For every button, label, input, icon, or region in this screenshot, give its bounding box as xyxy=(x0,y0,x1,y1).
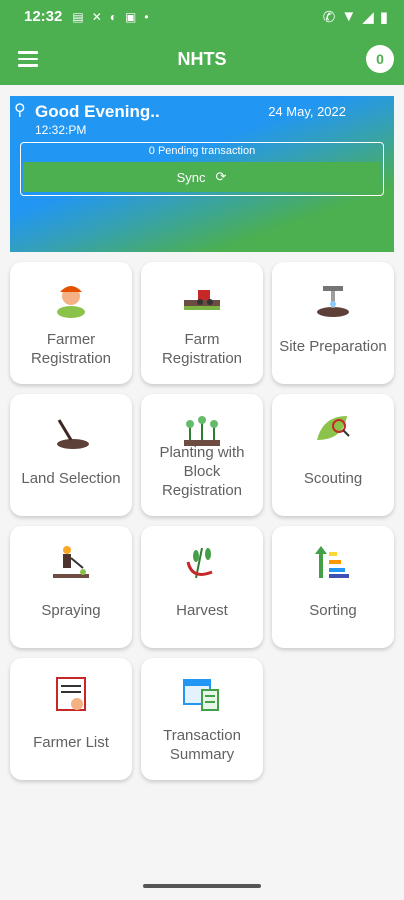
tile-label: Planting with Block Registration xyxy=(159,444,245,499)
tile-land-selection[interactable]: Land Selection xyxy=(10,394,132,516)
banner-time: 12:32:PM xyxy=(35,123,87,137)
sync-panel: 0 Pending transaction Sync ⟳ xyxy=(20,142,384,196)
status-right-icons: ✆ ▼ ◢ ▮ xyxy=(323,8,388,26)
wifi-icon: ▼ xyxy=(341,8,357,25)
tile-farm-registration[interactable]: Farm Registration xyxy=(141,262,263,384)
tile-scouting[interactable]: Scouting xyxy=(272,394,394,516)
banner-date: 24 May, 2022 xyxy=(268,104,346,119)
signal-icon: ◢ xyxy=(362,8,374,26)
tile-label: Harvest xyxy=(176,602,228,619)
pending-transaction-text: 0 Pending transaction xyxy=(148,145,256,157)
hamburger-menu-icon[interactable] xyxy=(18,51,38,67)
tile-label: Scouting xyxy=(303,470,363,487)
tile-sorting[interactable]: Sorting xyxy=(272,526,394,648)
leaf-magnifier-icon xyxy=(317,416,350,440)
tools-icon: ✕ xyxy=(91,9,102,24)
status-dot: • xyxy=(144,9,149,24)
tile-label: Land Selection xyxy=(21,470,121,487)
app-square-icon: ▣ xyxy=(125,9,137,24)
pickaxe-soil-icon xyxy=(317,286,349,317)
farmer-icon xyxy=(57,286,85,318)
sync-label: Sync xyxy=(176,169,206,185)
battery-icon: ▮ xyxy=(379,8,388,26)
app-title: NHTS xyxy=(177,48,227,69)
notification-doc-icon: ▤ xyxy=(72,9,84,24)
tile-farmer-list[interactable]: Farmer List xyxy=(10,658,132,780)
tile-site-preparation[interactable]: Site Preparation xyxy=(272,262,394,384)
tile-label: Site Preparation xyxy=(279,338,387,355)
status-icons: ▤ ✕ ◐ ▣ • xyxy=(72,10,148,24)
greeting-text: Good Evening.. xyxy=(35,102,160,121)
tile-label: Farmer Registration xyxy=(30,331,112,367)
tile-harvest[interactable]: Harvest xyxy=(141,526,263,648)
tile-label: Sorting xyxy=(309,602,357,619)
sync-button[interactable]: Sync ⟳ xyxy=(23,162,380,192)
farmer-list-icon xyxy=(56,677,86,711)
shovel-dirt-icon xyxy=(57,419,89,449)
tile-transaction-summary[interactable]: Transaction Summary xyxy=(141,658,263,780)
tile-label: Farm Registration xyxy=(161,331,243,367)
sprayer-man-icon xyxy=(53,546,89,578)
app-bar: NHTS 0 xyxy=(0,33,404,85)
tractor-field-icon xyxy=(184,290,220,310)
status-time: 12:32 xyxy=(24,8,63,25)
tile-farmer-registration[interactable]: Farmer Registration xyxy=(10,262,132,384)
phone-icon: ✆ xyxy=(322,8,336,26)
sickle-wheat-icon xyxy=(186,547,213,579)
status-bar: 12:32 ▤ ✕ ◐ ▣ • ✆ ▼ ◢ ▮ xyxy=(0,0,404,33)
tile-spraying[interactable]: Spraying xyxy=(10,526,132,648)
tile-label: Farmer List xyxy=(33,734,109,751)
sun-evening-icon: ⚲ xyxy=(14,102,26,119)
sort-bars-icon xyxy=(315,546,349,578)
pending-count-badge[interactable]: 0 xyxy=(366,45,394,73)
tile-label: Transaction Summary xyxy=(163,727,241,763)
sync-icon: ⟳ xyxy=(215,169,227,184)
tile-label: Spraying xyxy=(41,602,101,619)
app-circle-icon: ◐ xyxy=(109,9,118,24)
home-indicator[interactable] xyxy=(143,884,261,888)
greeting-banner: ⚲ Good Evening.. 24 May, 2022 12:32:PM 0… xyxy=(10,96,394,252)
calendar-summary-icon xyxy=(183,679,219,711)
tile-planting-block-registration[interactable]: Planting with Block Registration xyxy=(141,394,263,516)
